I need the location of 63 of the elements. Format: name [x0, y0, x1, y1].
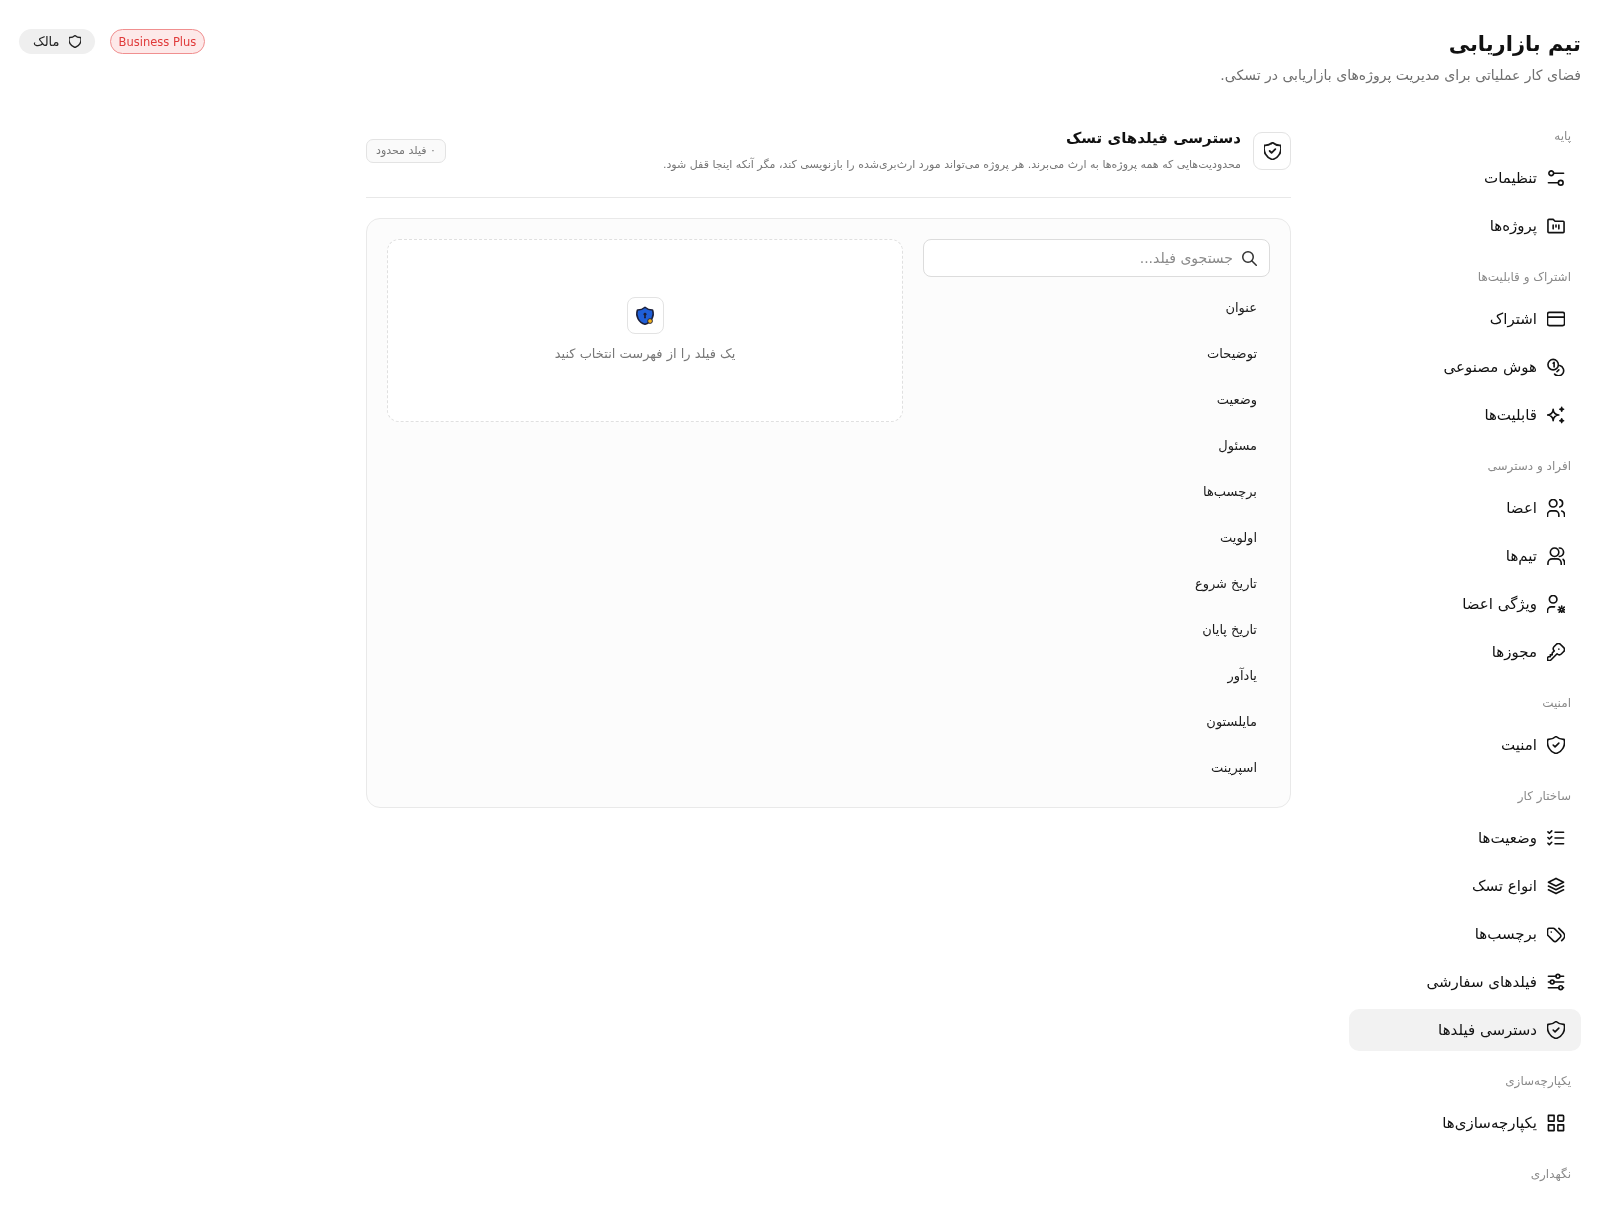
sidebar-item[interactable]: ویژگی اعضا: [1349, 583, 1581, 625]
tags-icon: [1547, 925, 1565, 943]
sidebar-item[interactable]: انواع تسک: [1349, 865, 1581, 907]
section-title: دسترسی فیلدهای تسک: [1064, 128, 1241, 148]
shield-check-icon: [1547, 1021, 1565, 1039]
sidebar-item[interactable]: اعضا: [1349, 487, 1581, 529]
shield-lock-icon: [626, 297, 664, 334]
layers-icon: [1547, 877, 1565, 895]
sidebar-section-label: افراد و دسترسی: [1486, 458, 1572, 476]
sidebar-item[interactable]: پروژه‌ها: [1349, 205, 1581, 247]
field-list-item[interactable]: تاریخ پایان: [923, 609, 1270, 649]
sidebar-item[interactable]: دسترسی فیلدها: [1349, 1009, 1581, 1051]
sidebar-section-label: امنیت: [1541, 695, 1572, 712]
users-icon: [1547, 547, 1565, 565]
search-field[interactable]: جستجوی فیلد...: [923, 239, 1270, 277]
sidebar-item[interactable]: تنظیمات: [1349, 157, 1581, 199]
sidebar-item[interactable]: فیلدهای سفارشی: [1349, 961, 1581, 1003]
sidebar-section-label: پایه: [1553, 128, 1572, 145]
coins-icon: [1547, 358, 1565, 376]
toggles-icon: [1547, 169, 1565, 187]
field-list-item[interactable]: مایلستون: [923, 701, 1270, 741]
sidebar-item[interactable]: برچسب‌ها: [1349, 913, 1581, 955]
field-list-item[interactable]: یادآور: [923, 655, 1270, 695]
role-label: مالک: [33, 34, 60, 49]
shield-check-icon: [1253, 131, 1291, 170]
field-list-item[interactable]: وضعیت: [923, 379, 1270, 419]
field-list-item[interactable]: مسئول: [923, 425, 1270, 465]
restricted-count-badge: ۰ فیلد محدود: [366, 138, 446, 163]
sidebar-item[interactable]: تیم‌ها: [1349, 535, 1581, 577]
users-icon: [1547, 499, 1565, 517]
field-list-item[interactable]: عنوان: [923, 287, 1270, 327]
shield-check-icon: [1547, 736, 1565, 754]
sidebar-section-label: نگهداری: [1529, 1166, 1572, 1183]
sidebar-section-label: یکپارچه‌سازی: [1504, 1073, 1572, 1091]
field-list-item[interactable]: توضیحات: [923, 333, 1270, 373]
sidebar-item[interactable]: یکپارچه‌سازی‌ها: [1349, 1102, 1581, 1144]
plan-badge: Business Plus: [109, 29, 206, 54]
sliders-icon: [1547, 973, 1565, 991]
sidebar-section-label: ساختار کار: [1516, 788, 1572, 805]
sidebar-item[interactable]: مجوزها: [1349, 631, 1581, 673]
workspace-title: تیم بازاریابی: [1447, 31, 1581, 58]
shield-icon: [68, 35, 81, 48]
sparkles-icon: [1547, 406, 1565, 424]
section-description: محدودیت‌هایی که همه پروژه‌ها به ارث می‌برند. هر پروژه می‌تواند مورد ارث‌بری‌شده را بازنویسی کند، مگر آنکه اینجا قفل شود.: [662, 156, 1241, 173]
sidebar-item[interactable]: امنیت: [1349, 724, 1581, 766]
sidebar-item[interactable]: وضعیت‌ها: [1349, 817, 1581, 859]
apps-icon: [1547, 1114, 1565, 1132]
workspace-subtitle: فضای کار عملیاتی برای مدیریت پروژه‌های بازاریابی در تسکی.: [1220, 66, 1581, 86]
field-list-item[interactable]: برچسب‌ها: [923, 471, 1270, 511]
folder-icon: [1547, 217, 1565, 235]
sidebar-item[interactable]: قابلیت‌ها: [1349, 394, 1581, 436]
sidebar-item[interactable]: هوش مصنوعی: [1349, 346, 1581, 388]
key-icon: [1547, 643, 1565, 661]
sidebar-section-label: اشتراک و قابلیت‌ها: [1476, 269, 1572, 286]
field-list-item[interactable]: اسپرینت: [923, 747, 1270, 787]
sidebar-item[interactable]: اشتراک: [1349, 298, 1581, 340]
field-list-item[interactable]: اولویت: [923, 517, 1270, 557]
credit-card-icon: [1547, 310, 1565, 328]
list-check-icon: [1547, 829, 1565, 847]
user-gear-icon: [1547, 595, 1565, 613]
search-icon: [1242, 250, 1257, 266]
field-list-item[interactable]: تاریخ شروع: [923, 563, 1270, 603]
empty-state-message: یک فیلد را از فهرست انتخاب کنید: [554, 345, 736, 364]
